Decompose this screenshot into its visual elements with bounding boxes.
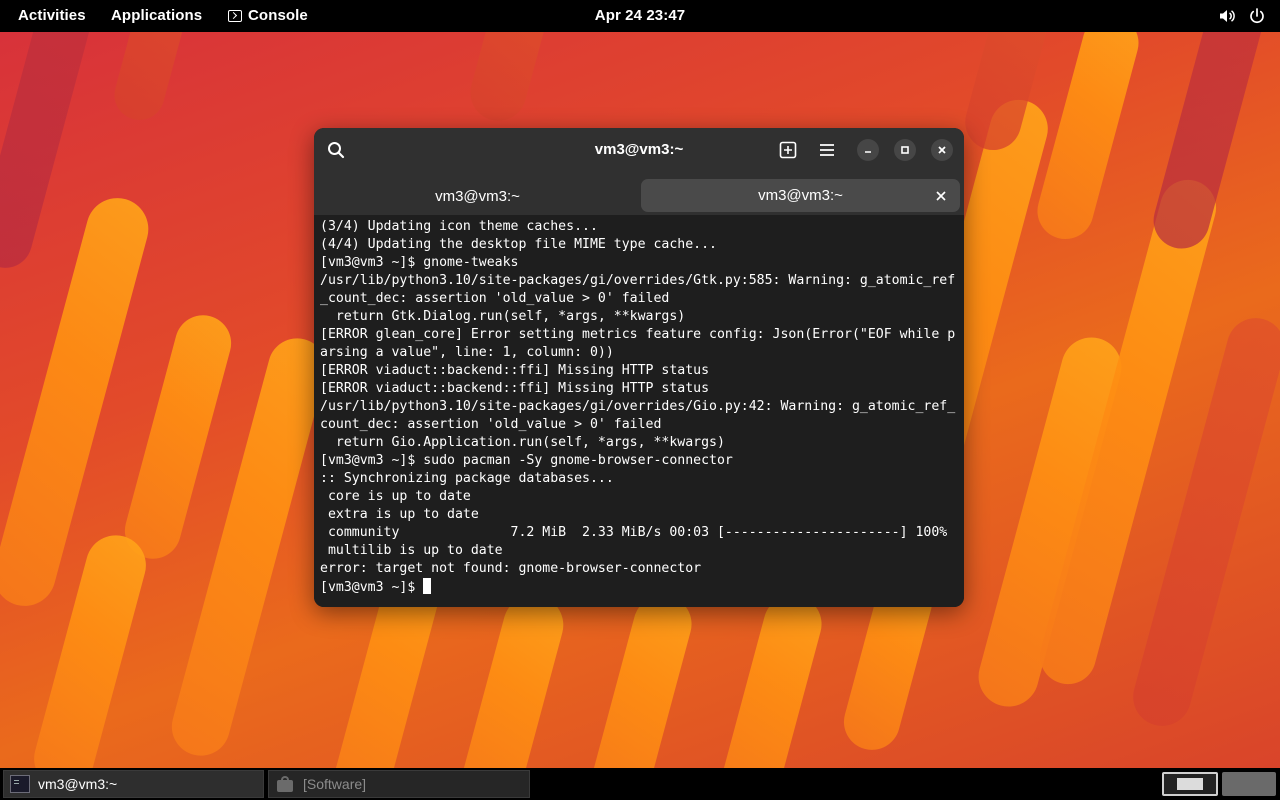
terminal-line: [vm3@vm3 ~]$ sudo pacman -Sy gnome-brows… xyxy=(320,453,733,468)
tab-2[interactable]: vm3@vm3:~ xyxy=(641,179,960,212)
terminal-line: error: target not found: gnome-browser-c… xyxy=(320,561,702,576)
tab-1[interactable]: vm3@vm3:~ xyxy=(320,179,635,215)
taskbar-item-label: vm3@vm3:~ xyxy=(38,776,118,792)
terminal-line: return Gio.Application.run(self, *args, … xyxy=(320,435,725,450)
wallpaper-streak xyxy=(709,588,829,768)
terminal-line: extra is up to date xyxy=(320,507,479,522)
header-bar[interactable]: vm3@vm3:~ xyxy=(314,128,964,172)
console-icon xyxy=(228,10,242,22)
applications-menu[interactable]: Applications xyxy=(111,0,202,32)
terminal-output[interactable]: (3/4) Updating icon theme caches... (4/4… xyxy=(314,217,964,607)
terminal-prompt: [vm3@vm3 ~]$ xyxy=(320,580,424,595)
terminal-line: [ERROR viaduct::backend::ffi] Missing HT… xyxy=(320,381,710,396)
terminal-line: :: Synchronizing package databases... xyxy=(320,471,614,486)
activities-button[interactable]: Activities xyxy=(18,0,86,32)
terminal-line: [ERROR glean_core] Error setting metrics… xyxy=(320,327,956,342)
wallpaper-streak xyxy=(1147,32,1269,255)
terminal-prompt-line[interactable]: [vm3@vm3 ~]$ xyxy=(320,578,964,596)
terminal-line: /usr/lib/python3.10/site-packages/gi/ove… xyxy=(320,273,956,288)
terminal-line: [ERROR viaduct::backend::ffi] Missing HT… xyxy=(320,363,710,378)
terminal-line: community 7.2 MiB 2.33 MiB/s 00:03 [----… xyxy=(320,525,948,540)
close-icon xyxy=(938,146,946,154)
tab-label: vm3@vm3:~ xyxy=(435,188,520,205)
wallpaper-streak xyxy=(1031,32,1145,246)
terminal-line: [vm3@vm3 ~]$ gnome-tweaks xyxy=(320,255,519,270)
terminal-line: multilib is up to date xyxy=(320,543,503,558)
taskbar-item-software[interactable]: [Software] xyxy=(268,770,530,798)
workspace-1[interactable] xyxy=(1162,772,1218,796)
minimize-icon xyxy=(865,151,871,153)
terminal-line: (4/4) Updating the desktop file MIME typ… xyxy=(320,237,717,252)
main-menu-button[interactable] xyxy=(815,138,839,162)
close-icon xyxy=(936,190,946,201)
maximize-button[interactable] xyxy=(894,139,916,161)
terminal-line: /usr/lib/python3.10/site-packages/gi/ove… xyxy=(320,399,956,414)
terminal-line: return Gtk.Dialog.run(self, *args, **kwa… xyxy=(320,309,686,324)
close-tab-button[interactable] xyxy=(934,179,948,212)
close-window-button[interactable] xyxy=(931,139,953,161)
search-button[interactable] xyxy=(324,138,348,162)
console-app-menu[interactable]: Console xyxy=(228,0,308,32)
taskbar-item-terminal[interactable]: vm3@vm3:~ xyxy=(3,770,264,798)
workspace-2[interactable] xyxy=(1222,772,1276,796)
clock-label: Apr 24 23:47 xyxy=(594,7,686,24)
terminal-window[interactable]: vm3@vm3:~ vm3@vm3:~ vm3@vm3:~ (3/4) Upda… xyxy=(314,128,964,607)
terminal-line: arsing a value", line: 1, column: 0)) xyxy=(320,345,614,360)
terminal-icon xyxy=(10,775,30,793)
wallpaper-streak xyxy=(118,309,238,565)
wallpaper-streak xyxy=(579,588,699,768)
terminal-line: core is up to date xyxy=(320,489,471,504)
wallpaper-streak xyxy=(449,588,571,768)
minimize-button[interactable] xyxy=(857,139,879,161)
maximize-icon xyxy=(901,146,909,154)
console-app-label: Console xyxy=(248,7,308,24)
search-icon xyxy=(328,142,345,159)
top-bar: Activities Applications Console Apr 24 2… xyxy=(0,0,1280,32)
new-tab-button[interactable] xyxy=(776,138,800,162)
bottom-panel: vm3@vm3:~ [Software] xyxy=(0,768,1280,800)
workspace-window-thumbnail xyxy=(1177,778,1203,790)
tab-bar: vm3@vm3:~ vm3@vm3:~ xyxy=(314,172,964,215)
tab-label: vm3@vm3:~ xyxy=(758,187,843,204)
hamburger-menu-icon xyxy=(820,144,834,156)
terminal-line: (3/4) Updating icon theme caches... xyxy=(320,219,598,234)
volume-icon[interactable] xyxy=(1218,7,1236,25)
terminal-line: count_dec: assertion 'old_value > 0' fai… xyxy=(320,417,662,432)
text-cursor xyxy=(423,578,432,594)
wallpaper-streak xyxy=(108,32,202,126)
new-tab-icon xyxy=(779,141,797,159)
taskbar-item-label: [Software] xyxy=(303,776,367,792)
wallpaper-streak xyxy=(464,32,552,128)
terminal-line: _count_dec: assertion 'old_value > 0' fa… xyxy=(320,291,670,306)
power-icon[interactable] xyxy=(1248,7,1266,25)
system-tray[interactable] xyxy=(1218,0,1266,32)
software-icon xyxy=(275,775,295,793)
